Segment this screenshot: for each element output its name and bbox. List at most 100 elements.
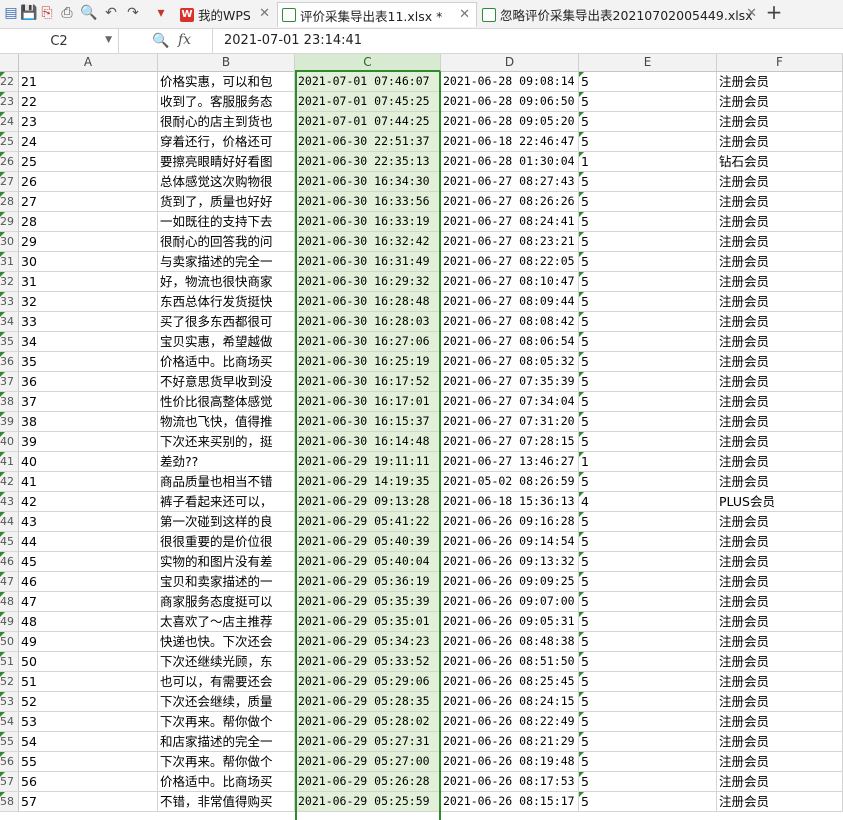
- row-header[interactable]: 51: [0, 652, 19, 672]
- cell-c[interactable]: 2021-06-29 05:35:01: [295, 612, 441, 632]
- cell-a[interactable]: 48: [19, 612, 158, 632]
- cell-f[interactable]: 注册会员: [717, 92, 843, 112]
- cell-c[interactable]: 2021-06-29 19:11:11: [295, 452, 441, 472]
- cell-d[interactable]: 2021-06-26 08:15:17: [441, 792, 579, 812]
- row-header[interactable]: 50: [0, 632, 19, 652]
- cell-d[interactable]: 2021-06-26 09:14:54: [441, 532, 579, 552]
- cell-b[interactable]: 好，物流也很快商家: [158, 272, 295, 292]
- cell-c[interactable]: 2021-06-29 05:34:23: [295, 632, 441, 652]
- cell-f[interactable]: 注册会员: [717, 672, 843, 692]
- row-header[interactable]: 56: [0, 752, 19, 772]
- cell-a[interactable]: 52: [19, 692, 158, 712]
- cell-a[interactable]: 22: [19, 92, 158, 112]
- cell-f[interactable]: 注册会员: [717, 432, 843, 452]
- cell-d[interactable]: 2021-06-26 08:51:50: [441, 652, 579, 672]
- cell-b[interactable]: 很耐心的回答我的问: [158, 232, 295, 252]
- cell-e[interactable]: 5: [579, 292, 717, 312]
- row-header[interactable]: 32: [0, 272, 19, 292]
- cell-b[interactable]: 商家服务态度挺可以: [158, 592, 295, 612]
- column-header-e[interactable]: E: [579, 54, 717, 72]
- cell-e[interactable]: 5: [579, 392, 717, 412]
- cell-e[interactable]: 5: [579, 512, 717, 532]
- cell-f[interactable]: 注册会员: [717, 132, 843, 152]
- cell-c[interactable]: 2021-06-29 05:33:52: [295, 652, 441, 672]
- cell-a[interactable]: 54: [19, 732, 158, 752]
- cell-d[interactable]: 2021-06-28 09:08:14: [441, 72, 579, 92]
- cell-f[interactable]: 注册会员: [717, 212, 843, 232]
- row-header[interactable]: 24: [0, 112, 19, 132]
- cell-f[interactable]: 注册会员: [717, 792, 843, 812]
- cell-a[interactable]: 24: [19, 132, 158, 152]
- cell-e[interactable]: 5: [579, 332, 717, 352]
- formula-input[interactable]: 2021-07-01 23:14:41: [224, 33, 362, 48]
- cell-e[interactable]: 5: [579, 792, 717, 812]
- cell-e[interactable]: 5: [579, 412, 717, 432]
- cell-f[interactable]: 注册会员: [717, 552, 843, 572]
- cell-b[interactable]: 物流也飞快，值得推: [158, 412, 295, 432]
- cell-b[interactable]: 不好意思货早收到没: [158, 372, 295, 392]
- cell-b[interactable]: 下次再来。帮你做个: [158, 752, 295, 772]
- cell-d[interactable]: 2021-06-27 08:09:44: [441, 292, 579, 312]
- cell-e[interactable]: 5: [579, 132, 717, 152]
- row-header[interactable]: 46: [0, 552, 19, 572]
- cell-f[interactable]: 注册会员: [717, 72, 843, 92]
- close-icon[interactable]: ✕: [259, 6, 270, 21]
- cell-b[interactable]: 性价比很高整体感觉: [158, 392, 295, 412]
- row-header[interactable]: 48: [0, 592, 19, 612]
- cell-a[interactable]: 32: [19, 292, 158, 312]
- cell-c[interactable]: 2021-06-30 16:28:48: [295, 292, 441, 312]
- column-header-c[interactable]: C: [295, 54, 441, 72]
- cell-d[interactable]: 2021-06-18 15:36:13: [441, 492, 579, 512]
- row-header[interactable]: 47: [0, 572, 19, 592]
- cell-b[interactable]: 不错，非常值得购买: [158, 792, 295, 812]
- cell-d[interactable]: 2021-06-27 08:08:42: [441, 312, 579, 332]
- cell-a[interactable]: 35: [19, 352, 158, 372]
- row-header[interactable]: 55: [0, 732, 19, 752]
- cell-e[interactable]: 5: [579, 652, 717, 672]
- cell-e[interactable]: 5: [579, 112, 717, 132]
- cell-b[interactable]: 宝贝和卖家描述的一: [158, 572, 295, 592]
- cell-d[interactable]: 2021-06-27 07:31:20: [441, 412, 579, 432]
- cell-a[interactable]: 23: [19, 112, 158, 132]
- cell-b[interactable]: 货到了，质量也好好: [158, 192, 295, 212]
- row-header[interactable]: 36: [0, 352, 19, 372]
- cell-c[interactable]: 2021-06-30 16:32:42: [295, 232, 441, 252]
- cell-a[interactable]: 49: [19, 632, 158, 652]
- cell-a[interactable]: 44: [19, 532, 158, 552]
- cell-e[interactable]: 5: [579, 472, 717, 492]
- cell-d[interactable]: 2021-06-27 08:05:32: [441, 352, 579, 372]
- cell-f[interactable]: 注册会员: [717, 692, 843, 712]
- cell-a[interactable]: 56: [19, 772, 158, 792]
- close-icon[interactable]: ✕: [459, 7, 470, 22]
- row-header[interactable]: 34: [0, 312, 19, 332]
- cell-b[interactable]: 太喜欢了～店主推荐: [158, 612, 295, 632]
- cell-a[interactable]: 25: [19, 152, 158, 172]
- cell-a[interactable]: 28: [19, 212, 158, 232]
- cell-e[interactable]: 5: [579, 352, 717, 372]
- cell-e[interactable]: 5: [579, 612, 717, 632]
- row-header[interactable]: 27: [0, 172, 19, 192]
- cell-c[interactable]: 2021-06-30 16:17:52: [295, 372, 441, 392]
- function-icon[interactable]: fx: [178, 32, 191, 48]
- export-pdf-icon[interactable]: ⎘: [38, 4, 56, 22]
- undo-icon[interactable]: ↶: [102, 4, 120, 22]
- cell-c[interactable]: 2021-06-30 16:33:19: [295, 212, 441, 232]
- cell-a[interactable]: 47: [19, 592, 158, 612]
- cell-d[interactable]: 2021-06-26 08:21:29: [441, 732, 579, 752]
- cell-b[interactable]: 买了很多东西都很可: [158, 312, 295, 332]
- row-header[interactable]: 39: [0, 412, 19, 432]
- cell-a[interactable]: 51: [19, 672, 158, 692]
- cell-c[interactable]: 2021-06-30 16:14:48: [295, 432, 441, 452]
- cell-d[interactable]: 2021-06-27 08:10:47: [441, 272, 579, 292]
- column-header-d[interactable]: D: [441, 54, 579, 72]
- cell-a[interactable]: 29: [19, 232, 158, 252]
- cell-c[interactable]: 2021-06-30 16:27:06: [295, 332, 441, 352]
- cell-e[interactable]: 5: [579, 752, 717, 772]
- cell-e[interactable]: 5: [579, 212, 717, 232]
- cell-c[interactable]: 2021-06-30 16:34:30: [295, 172, 441, 192]
- cell-e[interactable]: 5: [579, 552, 717, 572]
- cell-c[interactable]: 2021-06-29 05:27:31: [295, 732, 441, 752]
- cell-e[interactable]: 5: [579, 72, 717, 92]
- cell-d[interactable]: 2021-06-27 08:06:54: [441, 332, 579, 352]
- row-header[interactable]: 53: [0, 692, 19, 712]
